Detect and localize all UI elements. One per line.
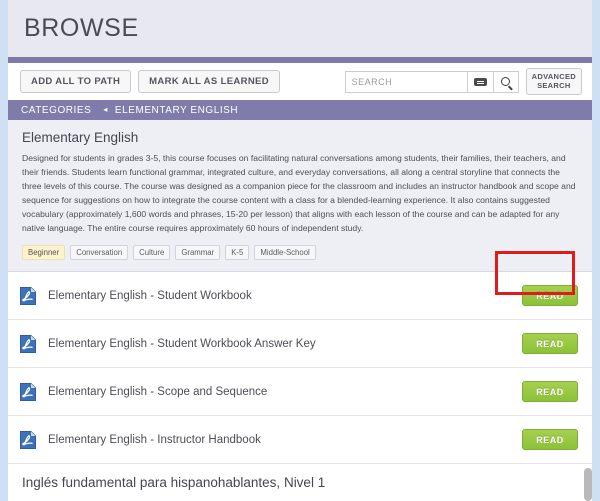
pdf-file-icon (20, 382, 36, 401)
course-tag[interactable]: K-5 (225, 244, 250, 261)
pdf-file-icon (20, 430, 36, 449)
read-button[interactable]: READ (522, 429, 578, 451)
read-button[interactable]: READ (522, 381, 578, 403)
read-button[interactable]: READ (522, 285, 578, 307)
next-course-title[interactable]: Inglés fundamental para hispanohablantes… (22, 475, 578, 490)
search-input[interactable] (344, 70, 467, 93)
course-title: Elementary English (22, 130, 139, 145)
course-tag[interactable]: Culture (133, 244, 171, 261)
course-description: Designed for students in grades 3-5, thi… (22, 153, 576, 233)
course-tag[interactable]: Middle-School (254, 244, 316, 261)
course-summary-panel: Elementary English Designed for students… (8, 120, 592, 273)
course-tag[interactable]: Conversation (70, 244, 129, 261)
page-header: BROWSE (8, 0, 592, 57)
course-tag-list: Beginner Conversation Culture Grammar K-5 Mid… (22, 244, 578, 261)
read-button[interactable]: READ (522, 333, 578, 355)
search-group (344, 70, 519, 93)
pdf-file-icon (20, 334, 36, 353)
action-toolbar: ADD ALL TO PATH MARK ALL AS LEARNED ADVA… (8, 63, 592, 100)
resource-list: Elementary English - Student Workbook REA… (8, 272, 592, 465)
search-icon (501, 77, 511, 86)
chevron-left-icon: ◂ (103, 105, 108, 114)
pdf-file-icon (20, 286, 36, 305)
add-all-to-path-button[interactable]: ADD ALL TO PATH (20, 69, 132, 94)
breadcrumb-item-categories[interactable]: CATEGORIES (21, 105, 91, 116)
course-tag[interactable]: Grammar (175, 244, 221, 261)
next-course-teaser: Inglés fundamental para hispanohablantes… (8, 464, 592, 501)
search-submit-button[interactable] (492, 70, 519, 93)
advanced-search-label-line2: SEARCH (537, 80, 571, 90)
resource-row: Elementary English - Student Workbook An… (8, 320, 592, 369)
advanced-search-button[interactable]: ADVANCED SEARCH (525, 67, 582, 96)
keyboard-icon (473, 77, 487, 86)
page-title: BROWSE (24, 14, 139, 42)
resource-title[interactable]: Elementary English - Scope and Sequence (48, 386, 522, 398)
resource-title[interactable]: Elementary English - Student Workbook An… (48, 338, 522, 350)
resource-row: Elementary English - Scope and Sequence R… (8, 368, 592, 417)
vertical-scrollbar-thumb[interactable] (584, 468, 592, 501)
course-tag[interactable]: Beginner (22, 244, 66, 261)
browse-page: BROWSE ADD ALL TO PATH MARK ALL AS LEARN… (8, 0, 592, 501)
resource-title[interactable]: Elementary English - Instructor Handbook (48, 434, 522, 446)
resource-title[interactable]: Elementary English - Student Workbook (48, 290, 522, 302)
breadcrumb: CATEGORIES ◂ ELEMENTARY ENGLISH (8, 100, 592, 120)
breadcrumb-item-current: ELEMENTARY ENGLISH (114, 104, 239, 116)
mark-all-as-learned-button[interactable]: MARK ALL AS LEARNED (138, 69, 280, 94)
resource-row: Elementary English - Instructor Handbook… (8, 416, 592, 465)
keyboard-icon-button[interactable] (466, 70, 493, 93)
resource-row: Elementary English - Student Workbook REA… (8, 272, 592, 321)
